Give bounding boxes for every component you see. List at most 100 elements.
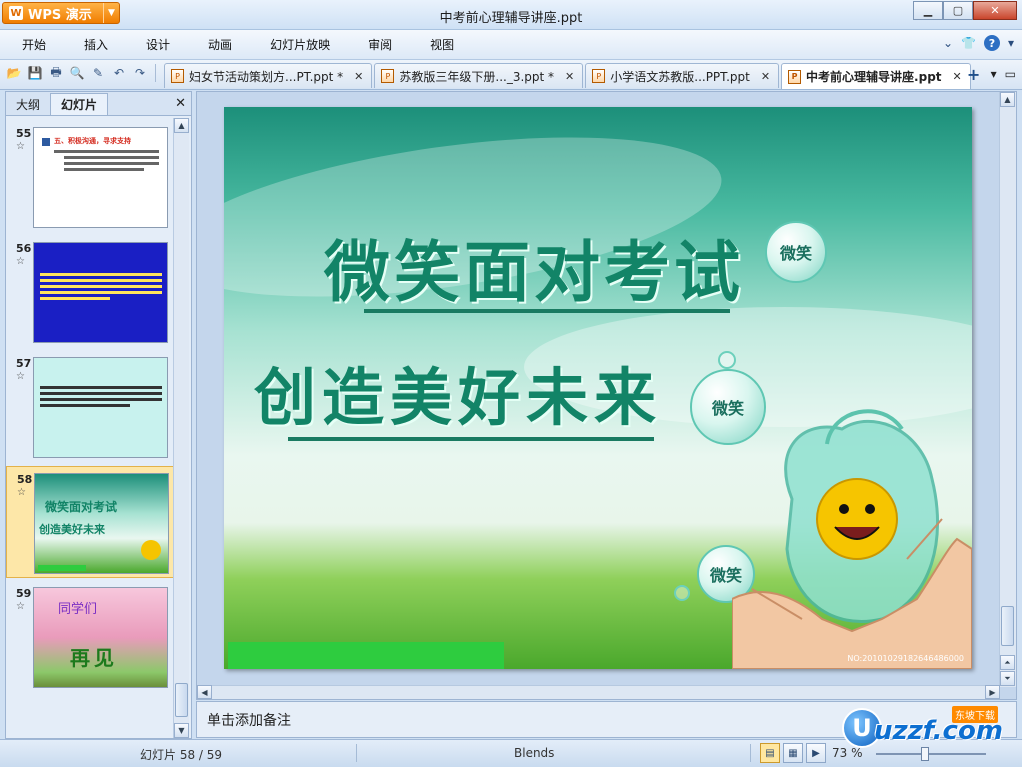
menu-insert[interactable]: 插入 (65, 30, 127, 60)
slides-panel: 大纲 幻灯片 ✕ 55 ☆ 五、积极沟通，寻求支持 56 ☆ 57 ☆ 58 ☆… (5, 91, 192, 739)
slide-title-line2[interactable]: 创造美好未来 (254, 347, 662, 437)
scroll-left-icon[interactable]: ◀ (197, 685, 212, 699)
slide-thumbnail-55[interactable]: 55 ☆ 五、积极沟通，寻求支持 (6, 121, 174, 233)
menu-review[interactable]: 审阅 (349, 30, 411, 60)
thumb-goodbye-text: 再见 (70, 646, 118, 670)
help-icon[interactable]: ? (983, 35, 1000, 51)
watermark-tag: 东坡下载 (952, 706, 998, 723)
editor-vertical-scrollbar[interactable]: ▲ ⏶ ⏷ (999, 92, 1016, 687)
tab-list-dropdown-icon[interactable]: ▾ (991, 67, 997, 81)
skin-shirt-icon[interactable]: 👕 (961, 36, 976, 50)
scroll-right-icon[interactable]: ▶ (985, 685, 1000, 699)
current-slide[interactable]: 微笑面对考试 创造美好未来 微笑 微笑 微笑 NO:20101029182646… (224, 107, 972, 669)
doc-tab-label: 小学语文苏教版...PPT.ppt (610, 69, 750, 84)
doc-tab-label: 妇女节活动策划方...PT.ppt * (189, 69, 344, 84)
hands-bag-illustration (732, 409, 972, 669)
small-bubble (718, 351, 736, 369)
restore-tabs-icon[interactable]: ▭ (1005, 67, 1016, 81)
close-tab-icon[interactable]: ✕ (761, 70, 770, 83)
status-divider (356, 744, 357, 762)
thumbnail-image (33, 242, 168, 343)
close-panel-icon[interactable]: ✕ (175, 96, 186, 111)
menu-bar: 开始 插入 设计 动画 幻灯片放映 审阅 视图 ⌄ 👕 ? ▾ (0, 30, 1022, 60)
maximize-button[interactable]: ▢ (943, 1, 973, 20)
animation-star-icon: ☆ (16, 256, 25, 267)
slide-title-line1[interactable]: 微笑面对考试 (324, 219, 744, 315)
redo-icon[interactable]: ↷ (131, 64, 149, 82)
save-icon[interactable]: 💾 (26, 64, 44, 82)
panel-scrollbar[interactable]: ▲ ▼ (173, 118, 189, 738)
doc-tab-lecture[interactable]: P 中考前心理辅导讲座.ppt ✕ (781, 63, 971, 89)
doc-tab-grade3[interactable]: P 苏教版三年级下册..._3.ppt * ✕ (374, 63, 584, 88)
menu-home[interactable]: 开始 (0, 30, 65, 60)
menu-animation[interactable]: 动画 (189, 30, 251, 60)
thumb-text-line (40, 279, 162, 282)
slide-thumbnail-56[interactable]: 56 ☆ (6, 236, 174, 348)
thumb-text-line (40, 285, 162, 288)
next-slide-icon[interactable]: ⏷ (1000, 671, 1015, 686)
help-dropdown-icon[interactable]: ▾ (1008, 36, 1014, 50)
slide-sorter-icon[interactable]: ▦ (783, 743, 803, 763)
slide-counter: 幻灯片 58 / 59 (140, 748, 223, 762)
slideshow-view-icon[interactable]: ▶ (806, 743, 826, 763)
thumb-green-bar (38, 565, 86, 571)
new-tab-icon[interactable]: + (965, 65, 983, 84)
thumb-text-line (40, 392, 162, 395)
close-tab-icon[interactable]: ✕ (953, 70, 962, 83)
tab-outline[interactable]: 大纲 (6, 93, 50, 115)
image-serial-text: NO:20101029182646486000 (847, 654, 964, 663)
print-preview-icon[interactable]: 🔍 (68, 64, 86, 82)
slide-thumbnail-57[interactable]: 57 ☆ (6, 351, 174, 463)
close-tab-icon[interactable]: ✕ (354, 70, 363, 83)
title-bar: W WPS 演示 ▼ 中考前心理辅导讲座.ppt ▁ ▢ ✕ (0, 0, 1022, 30)
thumb-text-line (40, 386, 162, 389)
thumb-text-line (64, 162, 159, 165)
slide-number: 57 (16, 357, 32, 370)
site-watermark: U uzzf.com 东坡下载 (838, 704, 1018, 762)
slide-number: 56 (16, 242, 32, 255)
doc-tab-label: 苏教版三年级下册..._3.ppt * (399, 69, 555, 84)
slide-number: 58 (17, 473, 33, 486)
thumbnail-image (33, 357, 168, 458)
scroll-up-icon[interactable]: ▲ (1000, 92, 1015, 107)
scroll-up-icon[interactable]: ▲ (174, 118, 189, 133)
slide-thumbnail-58[interactable]: 58 ☆ 微笑面对考试 创造美好未来 (6, 466, 174, 578)
panel-scroll-thumb[interactable] (175, 683, 188, 717)
small-bubble (674, 585, 690, 601)
close-button[interactable]: ✕ (973, 1, 1017, 20)
scroll-down-icon[interactable]: ▼ (174, 723, 189, 738)
thumb-text-line (40, 404, 130, 407)
close-tab-icon[interactable]: ✕ (565, 70, 574, 83)
previous-slide-icon[interactable]: ⏶ (1000, 655, 1015, 670)
title-underline (288, 437, 654, 441)
editor-scroll-thumb[interactable] (1001, 606, 1014, 646)
slide-thumbnail-59[interactable]: 59 ☆ 同学们 再见 (6, 581, 174, 693)
smiley-icon (141, 540, 161, 560)
smiley-face-icon (816, 478, 898, 560)
menu-view[interactable]: 视图 (411, 30, 473, 60)
slide-editor: 微笑面对考试 创造美好未来 微笑 微笑 微笑 NO:20101029182646… (196, 91, 1017, 700)
slide-number: 55 (16, 127, 32, 140)
format-painter-icon[interactable]: ✎ (89, 64, 107, 82)
collapse-ribbon-icon[interactable]: ⌄ (943, 36, 953, 50)
menu-slideshow[interactable]: 幻灯片放映 (251, 30, 349, 60)
doc-tab-chinese[interactable]: P 小学语文苏教版...PPT.ppt ✕ (585, 63, 780, 88)
notes-placeholder[interactable]: 单击添加备注 (207, 710, 291, 730)
green-bar (228, 642, 504, 669)
undo-icon[interactable]: ↶ (110, 64, 128, 82)
open-folder-icon[interactable]: 📂 (5, 64, 23, 82)
ppt-file-icon: P (592, 69, 606, 83)
normal-view-icon[interactable]: ▤ (760, 743, 780, 763)
thumb-text-line (40, 398, 162, 401)
thumb-classmates-text: 同学们 (58, 602, 98, 617)
editor-horizontal-scrollbar[interactable]: ◀ ▶ (197, 685, 1000, 699)
doc-tab-womens-day[interactable]: P 妇女节活动策划方...PT.ppt * ✕ (164, 63, 373, 88)
thumb-text-line (40, 273, 162, 276)
tab-slides[interactable]: 幻灯片 (50, 93, 109, 115)
bubble-label: 微笑 (779, 244, 812, 263)
menu-design[interactable]: 设计 (127, 30, 189, 60)
print-icon[interactable]: 🖶 (47, 64, 65, 82)
window-title: 中考前心理辅导讲座.ppt (439, 11, 583, 26)
minimize-button[interactable]: ▁ (913, 1, 943, 20)
animation-star-icon: ☆ (17, 487, 26, 498)
